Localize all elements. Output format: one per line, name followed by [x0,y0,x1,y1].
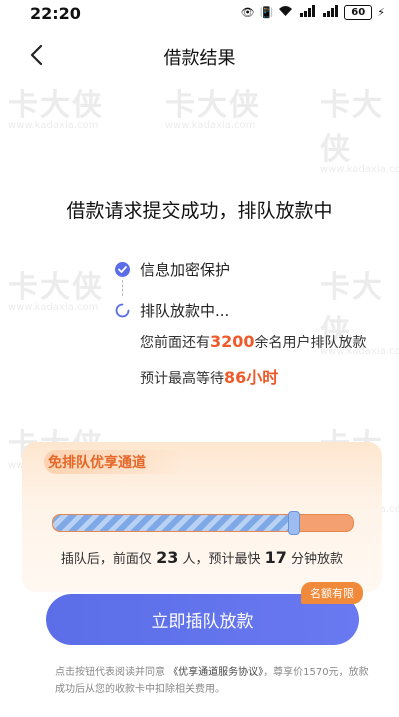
step-label: 排队放款中... [140,302,230,320]
status-time: 22:20 [30,4,81,23]
signal-5g-icon [321,5,339,20]
check-circle-icon [115,262,130,277]
queue-ahead-text: 您前面还有3200余名用户排队放款 [140,332,367,351]
status-bar: 22:20 👁 📳 60 ⚡ [0,0,399,26]
priority-text: 插队后，前面仅 23 人，预计最快 17 分钟放款 [60,548,344,567]
step-label: 信息加密保护 [140,261,231,279]
priority-channel-card: 免排队优享通道 插队后，前面仅 23 人，预计最快 17 分钟放款 [22,442,382,592]
service-agreement-link[interactable]: 《优享通道服务协议》 [168,667,263,678]
charging-icon: ⚡ [377,6,385,19]
result-headline: 借款请求提交成功，排队放款中 [66,200,333,222]
nav-bar: 借款结果 [0,30,399,80]
queue-wait-text: 预计最高等待86小时 [140,368,279,387]
people-ahead-count: 23 [156,548,179,567]
progress-fill [53,515,293,531]
watermark: 卡大侠www.kadaxia.com [165,88,261,131]
cta-label: 立即插队放款 [151,612,254,632]
fastest-minutes: 17 [264,548,287,567]
queue-progress-bar [52,511,354,535]
eye-icon: 👁 [240,6,255,19]
battery-icon: 60 [344,5,373,20]
loading-spinner-icon [115,303,130,318]
queue-count: 3200 [210,332,255,351]
vibrate-icon: 📳 [259,6,274,19]
agreement-footnote: 点击按钮代表阅读并同意 《优享通道服务协议》，尊享价1570元，放款成功后从您的… [55,667,369,695]
step-encrypted: 信息加密保护 [115,259,230,280]
wifi-icon [278,5,293,20]
step-queuing: 排队放款中... [115,300,229,321]
page-title: 借款结果 [163,48,236,69]
signal-4g-icon [298,5,316,20]
status-icons: 👁 📳 60 ⚡ [241,5,385,20]
card-title: 免排队优享通道 [48,455,146,471]
wait-hours: 86小时 [224,368,279,387]
progress-knob [288,511,300,535]
watermark: 卡大侠www.kadaxia.com [320,88,399,175]
step-connector [122,280,124,296]
limited-badge: 名额有限 [301,582,363,604]
jump-queue-button[interactable]: 立即插队放款 名额有限 [46,582,363,645]
watermark: 卡大侠www.kadaxia.com [8,270,104,313]
watermark: 卡大侠www.kadaxia.com [8,88,104,131]
